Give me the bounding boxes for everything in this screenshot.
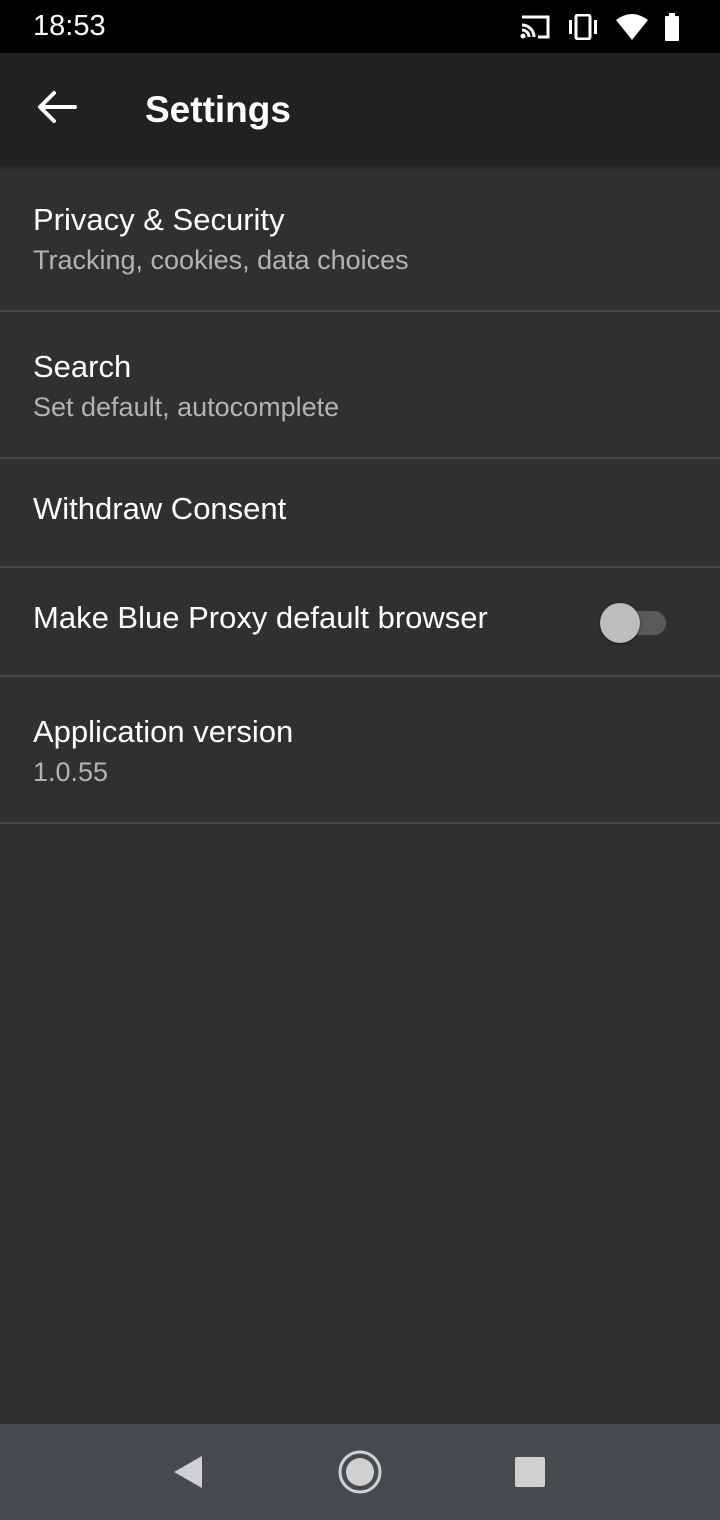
setting-subtitle: Tracking, cookies, data choices bbox=[33, 245, 409, 275]
wifi-icon bbox=[616, 14, 648, 40]
setting-default-browser[interactable]: Make Blue Proxy default browser bbox=[0, 568, 720, 677]
status-time: 18:53 bbox=[33, 10, 106, 42]
nav-back-button[interactable] bbox=[160, 1446, 216, 1502]
status-icons bbox=[520, 13, 680, 41]
arrow-back-icon bbox=[35, 90, 77, 129]
setting-application-version[interactable]: Application version 1.0.55 bbox=[0, 677, 720, 824]
status-bar: 18:53 bbox=[0, 0, 720, 53]
system-nav-bar bbox=[0, 1424, 720, 1520]
app-version-value: 1.0.55 bbox=[33, 757, 109, 787]
setting-search[interactable]: Search Set default, autocomplete bbox=[0, 312, 720, 459]
setting-title: Search bbox=[33, 349, 132, 384]
battery-icon bbox=[664, 13, 680, 41]
home-circle-icon bbox=[337, 1449, 383, 1500]
settings-list: Privacy & Security Tracking, cookies, da… bbox=[0, 165, 720, 824]
page-title: Settings bbox=[145, 89, 291, 130]
setting-title: Application version bbox=[33, 714, 294, 749]
back-triangle-icon bbox=[172, 1455, 204, 1494]
back-button[interactable] bbox=[26, 79, 86, 139]
recents-square-icon bbox=[514, 1456, 546, 1493]
setting-privacy-security[interactable]: Privacy & Security Tracking, cookies, da… bbox=[0, 165, 720, 312]
nav-recents-button[interactable] bbox=[502, 1446, 558, 1502]
setting-title: Privacy & Security bbox=[33, 202, 285, 237]
setting-withdraw-consent[interactable]: Withdraw Consent bbox=[0, 459, 720, 568]
setting-subtitle: Set default, autocomplete bbox=[33, 392, 340, 422]
setting-title: Withdraw Consent bbox=[33, 491, 287, 526]
app-bar: Settings bbox=[0, 53, 720, 165]
default-browser-toggle[interactable] bbox=[600, 603, 668, 643]
toggle-thumb bbox=[600, 603, 640, 643]
nav-home-button[interactable] bbox=[332, 1446, 388, 1502]
setting-title: Make Blue Proxy default browser bbox=[33, 600, 488, 635]
vibrate-icon bbox=[566, 14, 600, 40]
cast-icon bbox=[520, 14, 550, 40]
